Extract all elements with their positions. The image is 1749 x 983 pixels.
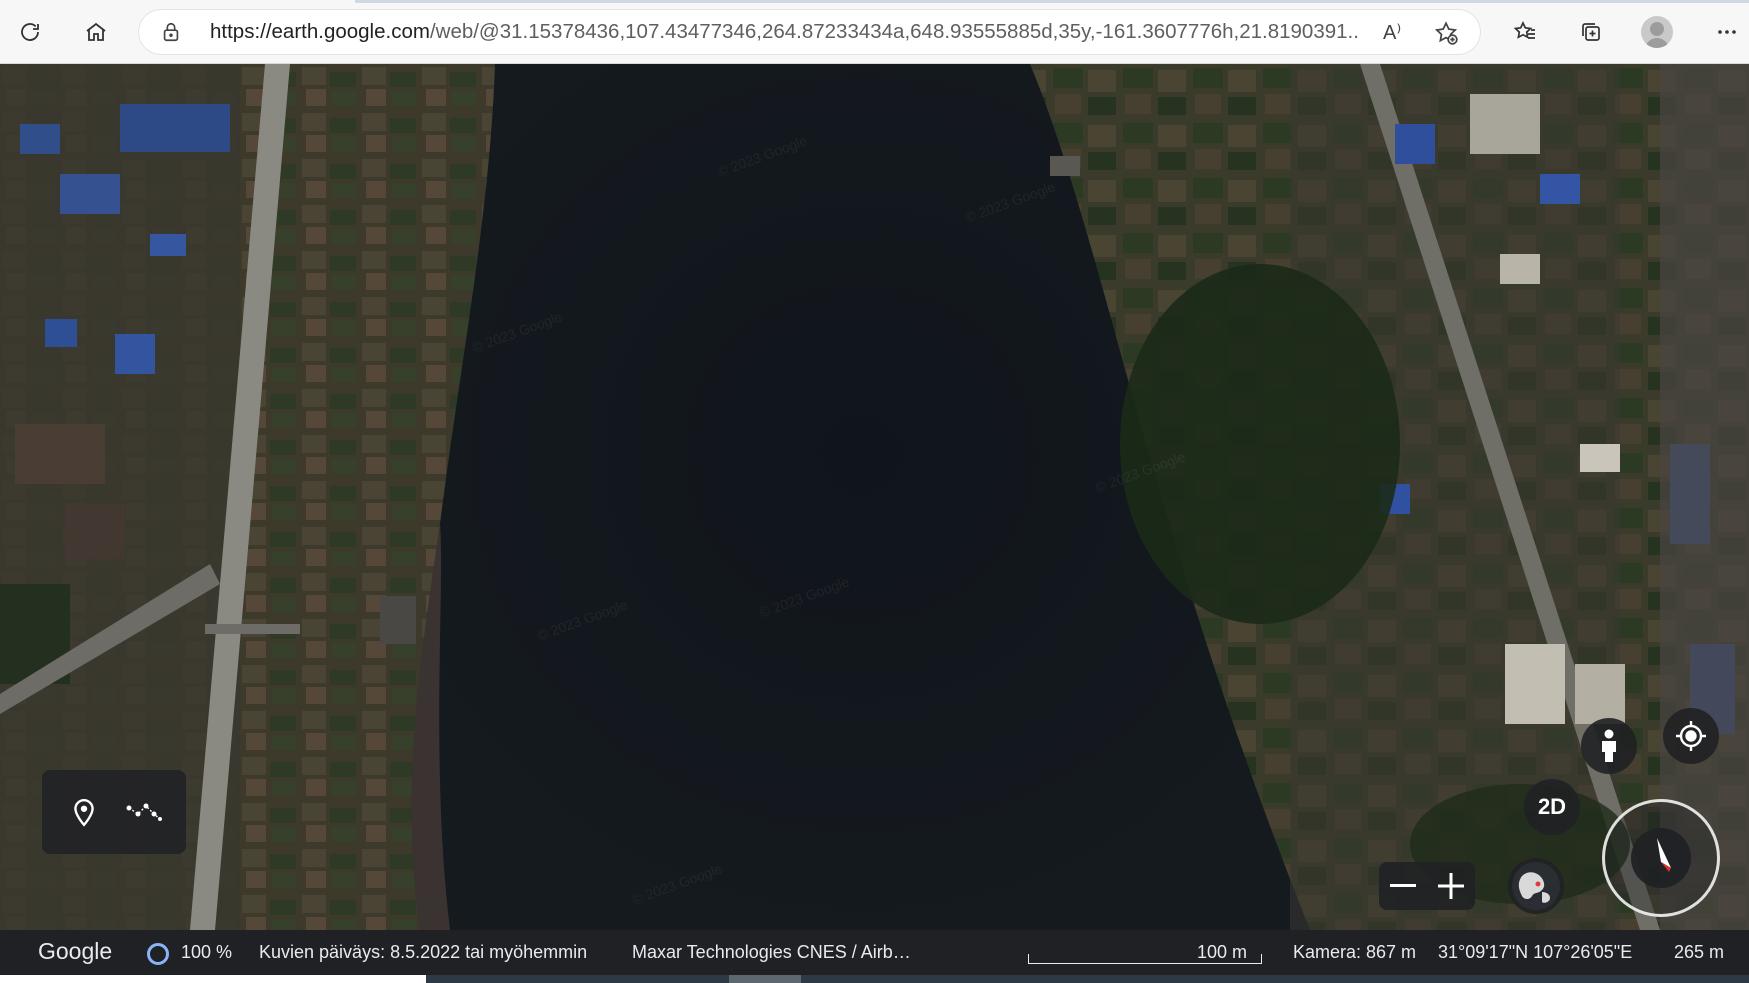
lock-icon[interactable] <box>160 21 182 43</box>
read-aloud-icon[interactable]: A⁾ <box>1383 20 1409 44</box>
path-line-icon[interactable] <box>124 792 164 832</box>
crosshair-icon <box>1676 721 1706 751</box>
loading-ring-icon <box>147 943 169 965</box>
scale-label: 100 m <box>1197 942 1248 962</box>
ground-elevation: 265 m <box>1674 942 1725 962</box>
taskbar-strip <box>0 975 1749 983</box>
taskbar-segment <box>0 975 426 983</box>
compass-dial <box>1631 828 1691 888</box>
data-providers[interactable]: Maxar Technologies CNES / Airb… <box>632 942 911 963</box>
camera-altitude: Kamera: 867 m <box>1293 942 1417 962</box>
compass-control[interactable] <box>1602 799 1720 917</box>
add-favorite-icon[interactable] <box>1433 20 1459 46</box>
collections-icon[interactable] <box>1571 12 1611 52</box>
url-text[interactable]: https://earth.google.com/web/@31.1537843… <box>210 20 1360 44</box>
taskbar-segment <box>729 975 801 983</box>
status-bar: Google 100 % Kuvien päiväys: 8.5.2022 ta… <box>0 930 1749 975</box>
compass-needle-icon <box>1657 838 1671 872</box>
url-host: https://earth.google.com <box>210 20 430 43</box>
satellite-imagery <box>0 64 1749 930</box>
url-path: /web/@31.15378436,107.43477346,264.87233… <box>429 20 1360 43</box>
globe-view-button[interactable] <box>1508 858 1564 914</box>
minus-icon <box>1390 884 1416 887</box>
zoom-controls <box>1379 862 1475 910</box>
street-view-pegman-button[interactable] <box>1581 718 1637 774</box>
address-bar[interactable]: https://earth.google.com/web/@31.1537843… <box>138 9 1481 55</box>
home-icon[interactable] <box>76 12 116 52</box>
google-logo: Google <box>38 938 113 964</box>
view-2d-toggle[interactable]: 2D <box>1524 779 1580 835</box>
load-percent: 100 % <box>181 942 233 962</box>
refresh-icon[interactable] <box>10 12 50 52</box>
zoom-out-button[interactable] <box>1379 862 1427 910</box>
pegman-icon <box>1602 729 1616 762</box>
plus-icon <box>1438 873 1464 899</box>
browser-toolbar: https://earth.google.com/web/@31.1537843… <box>0 0 1749 64</box>
earth-map-view[interactable]: © 2023 Google © 2023 Google © 2023 Googl… <box>0 64 1749 930</box>
imagery-date: Kuvien päiväys: 8.5.2022 tai myöhemmin <box>259 942 588 962</box>
drawing-tools-panel <box>42 770 186 854</box>
placemark-icon[interactable] <box>64 792 104 832</box>
page-load-bar <box>355 0 1749 3</box>
globe-icon <box>1512 862 1560 910</box>
profile-icon[interactable] <box>1641 16 1673 48</box>
zoom-in-button[interactable] <box>1427 862 1475 910</box>
cursor-coordinates: 31°09'17"N 107°26'05"E <box>1438 942 1633 962</box>
my-location-button[interactable] <box>1663 708 1719 764</box>
favorites-icon[interactable] <box>1505 12 1545 52</box>
more-icon[interactable] <box>1707 12 1747 52</box>
